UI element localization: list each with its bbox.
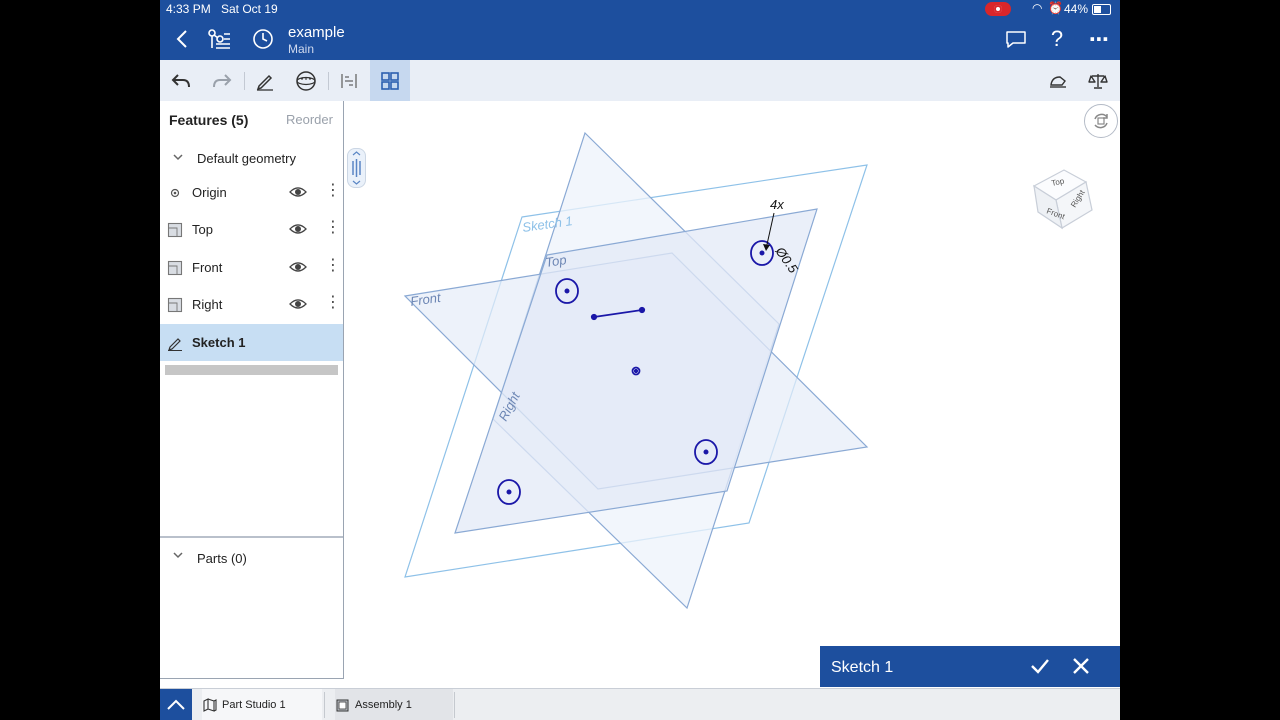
rebuild-progress-bar [165, 365, 338, 375]
tab-bar: Part Studio 1 Assembly 1 [160, 688, 1120, 720]
feature-label: Origin [192, 185, 227, 200]
app-screen: 4:33 PM Sat Oct 19 ◠ ⏰ 44% example Main … [160, 0, 1120, 720]
close-icon[interactable] [1069, 654, 1093, 678]
top-plane-label: Top [544, 252, 567, 270]
default-geometry-group[interactable]: Default geometry [160, 140, 343, 177]
tab-divider [454, 692, 455, 718]
parts-label: Parts (0) [197, 551, 247, 566]
tab-part-studio[interactable]: Part Studio 1 [202, 689, 322, 720]
feature-label: Sketch 1 [192, 335, 246, 350]
more-vertical-icon[interactable]: ⋮ [325, 258, 341, 274]
chevron-down-icon[interactable] [173, 550, 183, 560]
version-graph-icon[interactable] [206, 26, 232, 52]
feature-label: Right [192, 297, 223, 312]
feature-row-origin[interactable]: Origin ⋮ [160, 174, 343, 211]
back-icon[interactable] [169, 26, 195, 52]
part-studio-icon [203, 698, 217, 712]
undo-icon[interactable] [161, 60, 201, 101]
check-icon[interactable] [1028, 654, 1052, 678]
sketch-dialog: Sketch 1 [820, 646, 1120, 687]
chevron-down-icon[interactable] [173, 152, 183, 162]
document-title[interactable]: example [288, 24, 345, 41]
reorder-button[interactable]: Reorder [286, 112, 333, 127]
parts-group[interactable]: Parts (0) [160, 546, 343, 570]
dimension-count[interactable]: 4x [770, 197, 784, 212]
feature-label: Front [192, 260, 223, 275]
feature-label: Top [192, 222, 213, 237]
chevron-up-icon[interactable] [160, 689, 192, 720]
more-vertical-icon[interactable]: ⋮ [325, 220, 341, 236]
title-bar: example Main ? ⋯ [160, 18, 1120, 60]
eye-icon[interactable] [289, 297, 307, 311]
eye-icon[interactable] [289, 222, 307, 236]
feature-list-panel: Features (5) Reorder Default geometry Or… [160, 101, 344, 679]
view-cube[interactable]: Top Right Front [1030, 160, 1108, 230]
mass-properties-icon[interactable] [1078, 60, 1118, 101]
view-reset-button[interactable] [1084, 104, 1118, 138]
status-bar: 4:33 PM Sat Oct 19 ◠ ⏰ 44% [160, 0, 1120, 18]
sketch-icon [168, 338, 182, 351]
redo-icon[interactable] [202, 60, 242, 101]
history-icon[interactable] [250, 26, 276, 52]
alarm-icon: ⏰ [1048, 1, 1063, 15]
plane-icon [167, 297, 183, 313]
plane-icon [167, 260, 183, 276]
screen-recording-icon [985, 2, 1011, 16]
document-branch[interactable]: Main [288, 42, 314, 56]
tab-assembly[interactable]: Assembly 1 [335, 689, 453, 720]
origin-icon [170, 188, 180, 198]
tab-label: Assembly 1 [355, 699, 412, 711]
sketch-tools-icon[interactable] [329, 60, 369, 101]
feature-row-front[interactable]: Front ⋮ [160, 249, 343, 286]
help-icon[interactable]: ? [1044, 26, 1070, 52]
grid-view-icon[interactable] [370, 60, 410, 101]
feature-row-top[interactable]: Top ⋮ [160, 211, 343, 248]
sphere-view-icon[interactable] [286, 60, 326, 101]
status-date: Sat Oct 19 [221, 2, 278, 16]
wifi-icon: ◠ [1032, 1, 1043, 15]
tab-label: Part Studio 1 [222, 699, 286, 711]
tab-divider [324, 692, 325, 718]
main-toolbar [160, 60, 1120, 101]
sketch-pencil-icon[interactable] [245, 60, 285, 101]
appearance-icon[interactable] [1038, 60, 1078, 101]
comments-icon[interactable] [1003, 26, 1029, 52]
more-vertical-icon[interactable]: ⋮ [325, 183, 341, 199]
more-options-icon[interactable]: ⋯ [1086, 26, 1112, 52]
default-geometry-label: Default geometry [197, 151, 296, 166]
tab-list-toggle[interactable] [160, 689, 192, 720]
panel-divider [160, 536, 343, 538]
battery-icon [1092, 4, 1111, 15]
battery-percent: 44% [1064, 2, 1089, 16]
plane-icon [167, 222, 183, 238]
eye-icon[interactable] [289, 260, 307, 274]
eye-icon[interactable] [289, 185, 307, 199]
sketch-dialog-title: Sketch 1 [831, 659, 894, 676]
more-vertical-icon[interactable]: ⋮ [325, 295, 341, 311]
features-heading: Features (5) [169, 112, 249, 128]
feature-row-right[interactable]: Right ⋮ [160, 286, 343, 323]
feature-row-sketch1[interactable]: Sketch 1 [160, 324, 343, 361]
status-time: 4:33 PM [166, 2, 211, 16]
panel-collapse-handle[interactable] [347, 148, 366, 188]
assembly-icon [336, 699, 349, 712]
